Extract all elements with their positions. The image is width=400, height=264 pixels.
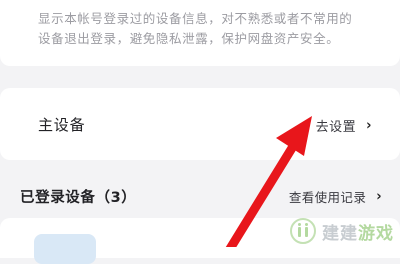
watermark-text-part1: 建建 xyxy=(322,223,358,244)
watermark-text: 建建游戏 xyxy=(322,219,394,244)
watermark-text-part2: 游戏 xyxy=(358,223,394,244)
info-card: 显示本帐号登录过的设备信息，对不熟悉或者不常用的 设备退出登录，避免隐私泄露，保… xyxy=(0,0,400,66)
main-device-setup-link[interactable]: 去设置 › xyxy=(316,116,372,135)
chevron-right-icon: › xyxy=(366,117,372,134)
setup-label: 去设置 xyxy=(315,120,357,135)
main-device-card[interactable]: 主设备 去设置 › xyxy=(0,88,400,160)
watermark-logo-icon xyxy=(290,218,316,244)
info-text-line-1: 显示本帐号登录过的设备信息，对不熟悉或者不常用的 xyxy=(38,11,353,26)
chevron-right-icon: › xyxy=(376,188,382,205)
view-usage-records-link[interactable]: 查看使用记录 › xyxy=(289,187,382,206)
logged-devices-header: 已登录设备（3） 查看使用记录 › xyxy=(0,176,400,212)
device-thumbnail[interactable] xyxy=(34,234,96,264)
watermark: 建建游戏 xyxy=(290,218,394,244)
main-device-title: 主设备 xyxy=(38,116,86,134)
view-records-label: 查看使用记录 xyxy=(288,190,367,205)
info-text-line-2: 设备退出登录，避免隐私泄露，保护网盘资产安全。 xyxy=(38,31,340,46)
logged-devices-title: 已登录设备（3） xyxy=(20,190,137,206)
device-management-screen: 显示本帐号登录过的设备信息，对不熟悉或者不常用的 设备退出登录，避免隐私泄露，保… xyxy=(0,0,400,264)
